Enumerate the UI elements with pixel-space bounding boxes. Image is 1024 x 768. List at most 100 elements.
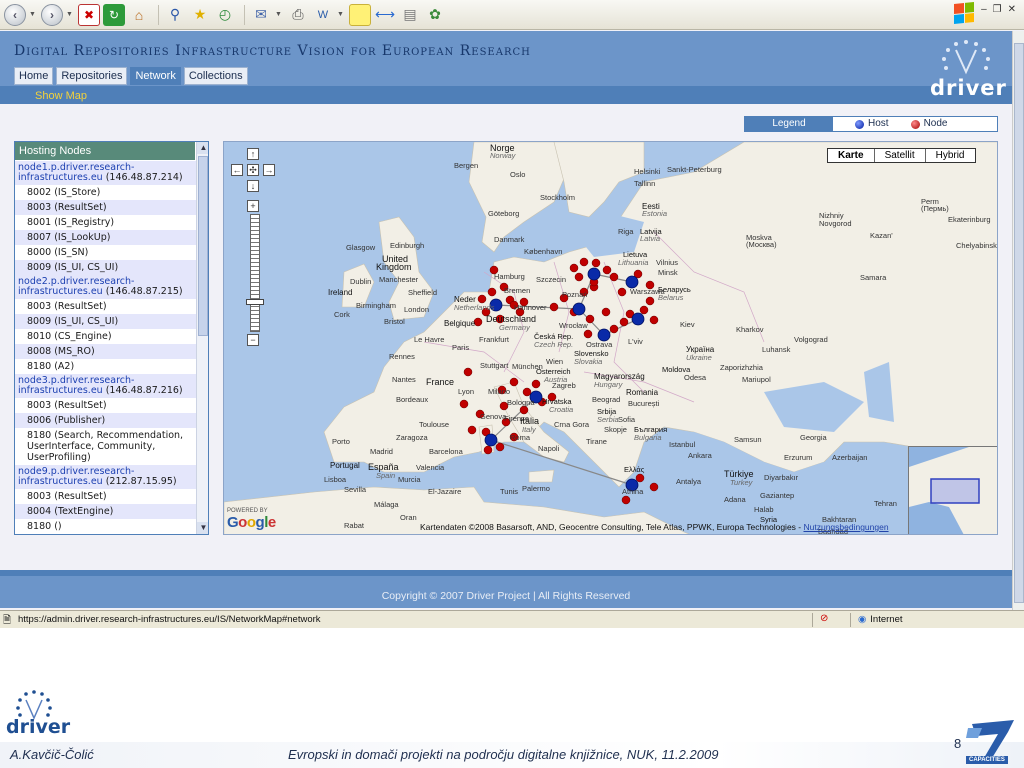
node-marker[interactable] xyxy=(574,272,584,282)
node-marker[interactable] xyxy=(649,315,659,325)
print-icon[interactable]: ⎙ xyxy=(287,4,309,26)
node-marker[interactable] xyxy=(579,257,589,267)
panel-scrollbar-thumb[interactable] xyxy=(198,156,208,336)
service-row[interactable]: 8008 (MS_RO) xyxy=(15,344,196,359)
scroll-down-icon[interactable]: ▼ xyxy=(197,522,208,534)
messenger-icon[interactable]: ⟷ xyxy=(374,4,396,26)
node-marker[interactable] xyxy=(463,367,473,377)
close-icon[interactable]: ✕ xyxy=(1008,4,1016,15)
node-marker[interactable] xyxy=(583,329,593,339)
host-node-row[interactable]: node2.p.driver.research-infrastructures.… xyxy=(15,275,196,299)
network-map[interactable]: Norge Norway Bergen Oslo Stockholm Helsinki… xyxy=(223,141,998,535)
node-marker[interactable] xyxy=(495,442,505,452)
node-marker[interactable] xyxy=(619,317,629,327)
host-marker[interactable] xyxy=(631,312,645,326)
map-type-hybrid[interactable]: Hybrid xyxy=(924,149,975,162)
node-marker[interactable] xyxy=(609,324,619,334)
pan-right-icon[interactable]: → xyxy=(263,164,275,176)
service-row[interactable]: 8000 (IS_SN) xyxy=(15,245,196,260)
history-icon[interactable]: ◴ xyxy=(214,4,236,26)
host-marker[interactable] xyxy=(484,433,498,447)
node-marker[interactable] xyxy=(519,405,529,415)
node-marker[interactable] xyxy=(601,307,611,317)
node-marker[interactable] xyxy=(483,445,493,455)
service-row[interactable]: 8004 (TextEngine) xyxy=(15,504,196,519)
service-row[interactable]: 8001 (IS_Registry) xyxy=(15,215,196,230)
service-row[interactable]: 8180 (Search, Recommendation, UserInterf… xyxy=(15,428,196,465)
nav-tab-network[interactable]: Network xyxy=(130,67,181,85)
restore-icon[interactable]: ❐ xyxy=(993,4,1002,15)
service-row[interactable]: 8180 (A2) xyxy=(15,359,196,374)
map-type-karte[interactable]: Karte xyxy=(828,149,874,162)
scroll-up-icon[interactable]: ▲ xyxy=(197,142,208,154)
back-dropdown-icon[interactable]: ▼ xyxy=(29,11,37,18)
zoom-in-icon[interactable]: + xyxy=(247,200,259,212)
map-overview[interactable] xyxy=(908,446,997,534)
pan-center-icon[interactable]: ✣ xyxy=(247,164,259,176)
node-marker[interactable] xyxy=(621,495,631,505)
favorites-icon[interactable]: ★ xyxy=(189,4,211,26)
node-marker[interactable] xyxy=(609,272,619,282)
forward-dropdown-icon[interactable]: ▼ xyxy=(66,11,74,18)
service-row[interactable]: 8003 (ResultSet) xyxy=(15,489,196,504)
pan-up-icon[interactable]: ↑ xyxy=(247,148,259,160)
node-marker[interactable] xyxy=(522,387,532,397)
nav-tab-home[interactable]: Home xyxy=(14,67,54,85)
refresh-icon[interactable]: ↻ xyxy=(103,3,125,26)
node-marker[interactable] xyxy=(473,317,483,327)
service-row[interactable]: 8007 (IS_LookUp) xyxy=(15,230,196,245)
service-row[interactable]: 8003 (ResultSet) xyxy=(15,299,196,314)
research-icon[interactable]: ▤ xyxy=(399,4,421,26)
stop-icon[interactable]: ✖ xyxy=(78,3,100,26)
node-marker[interactable] xyxy=(569,263,579,273)
service-row[interactable]: 8009 (IS_UI, CS_UI) xyxy=(15,314,196,329)
host-marker[interactable] xyxy=(587,267,601,281)
host-marker[interactable] xyxy=(572,302,586,316)
zoom-slider-thumb[interactable] xyxy=(246,299,264,305)
pan-down-icon[interactable]: ↓ xyxy=(247,180,259,192)
node-marker[interactable] xyxy=(487,287,497,297)
host-node-row[interactable]: node3.p.driver.research-infrastructures.… xyxy=(15,374,196,398)
nav-tab-collections[interactable]: Collections xyxy=(183,67,248,85)
node-marker[interactable] xyxy=(639,305,649,315)
host-node-row[interactable]: node9.p.driver.research-infrastructures.… xyxy=(15,465,196,489)
node-marker[interactable] xyxy=(531,379,541,389)
node-marker[interactable] xyxy=(645,296,655,306)
service-row[interactable]: 8003 (ResultSet) xyxy=(15,200,196,215)
node-marker[interactable] xyxy=(602,265,612,275)
node-marker[interactable] xyxy=(635,473,645,483)
nav-tab-repositories[interactable]: Repositories xyxy=(56,67,128,85)
back-icon[interactable]: ‹ xyxy=(4,3,26,26)
mail-dropdown-icon[interactable]: ▼ xyxy=(275,11,283,18)
node-marker[interactable] xyxy=(467,425,477,435)
pan-left-icon[interactable]: ← xyxy=(231,164,243,176)
node-marker[interactable] xyxy=(617,287,627,297)
node-marker[interactable] xyxy=(477,294,487,304)
node-marker[interactable] xyxy=(509,377,519,387)
mail-icon[interactable]: ✉ xyxy=(250,4,272,26)
home-icon[interactable]: ⌂ xyxy=(128,4,150,26)
page-scrollbar-thumb[interactable] xyxy=(1014,43,1024,603)
service-row[interactable]: 8009 (IS_UI, CS_UI) xyxy=(15,260,196,275)
service-row[interactable]: 8006 (Publisher) xyxy=(15,413,196,428)
zoom-out-icon[interactable]: − xyxy=(247,334,259,346)
service-row[interactable]: 8002 (IS_Store) xyxy=(15,185,196,200)
service-row[interactable]: 8003 (ResultSet) xyxy=(15,398,196,413)
node-marker[interactable] xyxy=(649,482,659,492)
edit-icon[interactable]: W xyxy=(312,4,334,26)
map-terms-link[interactable]: Nutzungsbedingungen xyxy=(803,522,888,532)
node-marker[interactable] xyxy=(591,258,601,268)
map-type-satellit[interactable]: Satellit xyxy=(873,149,925,162)
panel-scrollbar[interactable]: ▲ ▼ xyxy=(196,142,208,534)
service-row[interactable]: 8010 (CS_Engine) xyxy=(15,329,196,344)
node-marker[interactable] xyxy=(459,399,469,409)
zoom-slider[interactable] xyxy=(250,214,260,332)
page-scrollbar[interactable] xyxy=(1012,31,1024,611)
notes-icon[interactable] xyxy=(349,3,371,26)
search-icon[interactable]: ⚲ xyxy=(164,4,186,26)
flickr-icon[interactable]: ✿ xyxy=(424,4,446,26)
forward-icon[interactable]: › xyxy=(41,3,63,26)
service-row[interactable]: 8180 () xyxy=(15,519,196,534)
node-marker[interactable] xyxy=(549,302,559,312)
minimize-icon[interactable]: – xyxy=(981,4,987,15)
